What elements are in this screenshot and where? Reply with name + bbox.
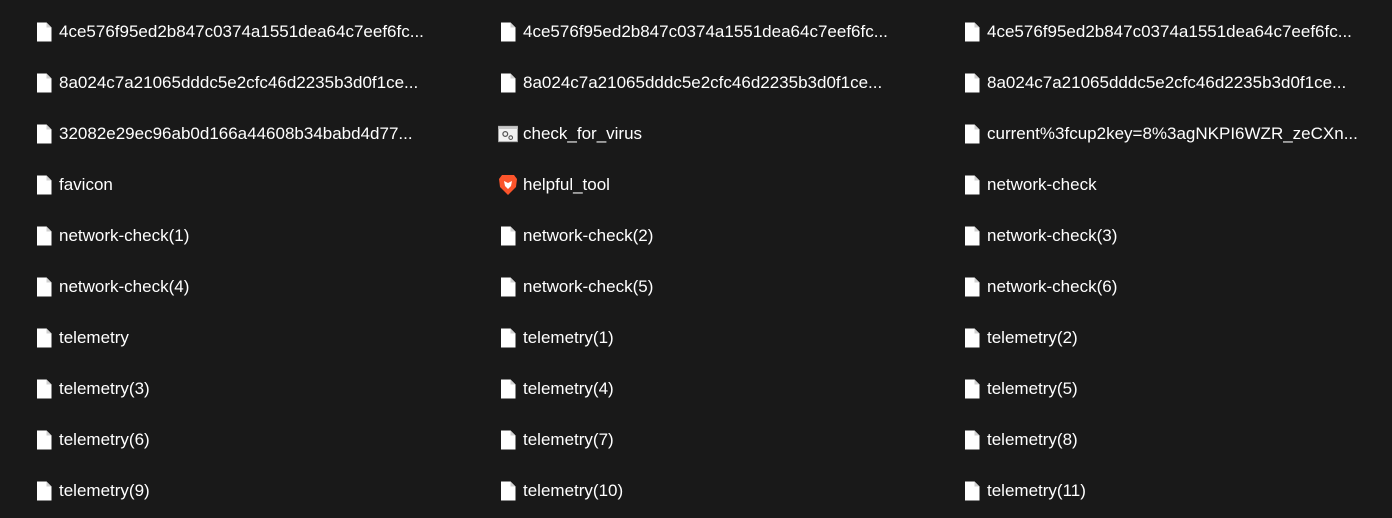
- file-name: network-check(6): [987, 276, 1118, 296]
- file-name: telemetry(3): [59, 378, 150, 398]
- blank-file-icon: [498, 276, 518, 298]
- blank-file-icon: [34, 276, 54, 298]
- file-item[interactable]: telemetry(6): [0, 414, 464, 465]
- file-item[interactable]: telemetry(9): [0, 465, 464, 516]
- file-name: telemetry(7): [523, 429, 614, 449]
- blank-file-icon: [498, 378, 518, 400]
- executable-gear-icon: [498, 123, 518, 145]
- file-item[interactable]: telemetry(10): [464, 465, 928, 516]
- blank-file-icon: [498, 72, 518, 94]
- file-item[interactable]: 4ce576f95ed2b847c0374a1551dea64c7eef6fc.…: [0, 6, 464, 57]
- blank-file-icon: [498, 225, 518, 247]
- blank-file-icon: [962, 72, 982, 94]
- file-name: telemetry: [59, 327, 129, 347]
- file-name: network-check(4): [59, 276, 190, 296]
- file-item[interactable]: telemetry(5): [928, 363, 1392, 414]
- file-item[interactable]: 8a024c7a21065dddc5e2cfc46d2235b3d0f1ce..…: [0, 57, 464, 108]
- file-name: network-check(3): [987, 225, 1118, 245]
- file-name: network-check(1): [59, 225, 190, 245]
- file-name: favicon: [59, 174, 113, 194]
- brave-lion-icon: [498, 174, 518, 196]
- file-item[interactable]: telemetry(11): [928, 465, 1392, 516]
- file-name: telemetry(8): [987, 429, 1078, 449]
- file-item[interactable]: telemetry: [0, 312, 464, 363]
- file-item[interactable]: 8a024c7a21065dddc5e2cfc46d2235b3d0f1ce..…: [928, 57, 1392, 108]
- blank-file-icon: [962, 123, 982, 145]
- blank-file-icon: [498, 429, 518, 451]
- file-item[interactable]: network-check: [928, 159, 1392, 210]
- file-name: 8a024c7a21065dddc5e2cfc46d2235b3d0f1ce..…: [987, 72, 1347, 92]
- file-name: telemetry(11): [987, 480, 1086, 500]
- blank-file-icon: [962, 21, 982, 43]
- file-item[interactable]: check_for_virus: [464, 108, 928, 159]
- file-item[interactable]: network-check(3): [928, 210, 1392, 261]
- file-name: 8a024c7a21065dddc5e2cfc46d2235b3d0f1ce..…: [523, 72, 883, 92]
- file-item[interactable]: 32082e29ec96ab0d166a44608b34babd4d77...: [0, 108, 464, 159]
- file-item[interactable]: telemetry(8): [928, 414, 1392, 465]
- blank-file-icon: [962, 276, 982, 298]
- file-item[interactable]: telemetry(2): [928, 312, 1392, 363]
- file-item[interactable]: network-check(6): [928, 261, 1392, 312]
- file-item[interactable]: telemetry(7): [464, 414, 928, 465]
- file-name: telemetry(9): [59, 480, 150, 500]
- blank-file-icon: [498, 21, 518, 43]
- blank-file-icon: [34, 327, 54, 349]
- file-item[interactable]: 4ce576f95ed2b847c0374a1551dea64c7eef6fc.…: [928, 6, 1392, 57]
- file-name: 32082e29ec96ab0d166a44608b34babd4d77...: [59, 123, 413, 143]
- file-name: network-check(2): [523, 225, 654, 245]
- blank-file-icon: [34, 123, 54, 145]
- blank-file-icon: [34, 174, 54, 196]
- file-item[interactable]: favicon: [0, 159, 464, 210]
- blank-file-icon: [34, 21, 54, 43]
- file-item[interactable]: helpful_tool: [464, 159, 928, 210]
- file-name: telemetry(10): [523, 480, 624, 500]
- blank-file-icon: [962, 225, 982, 247]
- file-grid: 4ce576f95ed2b847c0374a1551dea64c7eef6fc.…: [0, 6, 1392, 516]
- file-name: 4ce576f95ed2b847c0374a1551dea64c7eef6fc.…: [59, 21, 424, 41]
- file-item[interactable]: network-check(5): [464, 261, 928, 312]
- blank-file-icon: [34, 225, 54, 247]
- file-name: 4ce576f95ed2b847c0374a1551dea64c7eef6fc.…: [987, 21, 1352, 41]
- file-name: 8a024c7a21065dddc5e2cfc46d2235b3d0f1ce..…: [59, 72, 419, 92]
- file-name: telemetry(1): [523, 327, 614, 347]
- file-name: network-check(5): [523, 276, 654, 296]
- file-item[interactable]: network-check(1): [0, 210, 464, 261]
- blank-file-icon: [498, 480, 518, 502]
- blank-file-icon: [962, 174, 982, 196]
- blank-file-icon: [34, 378, 54, 400]
- file-item[interactable]: 4ce576f95ed2b847c0374a1551dea64c7eef6fc.…: [464, 6, 928, 57]
- file-item[interactable]: 8a024c7a21065dddc5e2cfc46d2235b3d0f1ce..…: [464, 57, 928, 108]
- blank-file-icon: [34, 429, 54, 451]
- file-item[interactable]: network-check(2): [464, 210, 928, 261]
- file-name: 4ce576f95ed2b847c0374a1551dea64c7eef6fc.…: [523, 21, 888, 41]
- blank-file-icon: [962, 327, 982, 349]
- file-name: telemetry(5): [987, 378, 1078, 398]
- blank-file-icon: [962, 480, 982, 502]
- blank-file-icon: [962, 429, 982, 451]
- blank-file-icon: [962, 378, 982, 400]
- file-name: check_for_virus: [523, 123, 643, 143]
- file-name: current%3fcup2key=8%3agNKPI6WZR_zeCXn...: [987, 123, 1358, 143]
- file-name: helpful_tool: [523, 174, 610, 194]
- file-item[interactable]: current%3fcup2key=8%3agNKPI6WZR_zeCXn...: [928, 108, 1392, 159]
- file-name: telemetry(6): [59, 429, 150, 449]
- file-item[interactable]: telemetry(3): [0, 363, 464, 414]
- file-name: network-check: [987, 174, 1097, 194]
- blank-file-icon: [34, 480, 54, 502]
- blank-file-icon: [498, 327, 518, 349]
- blank-file-icon: [34, 72, 54, 94]
- file-item[interactable]: network-check(4): [0, 261, 464, 312]
- file-name: telemetry(4): [523, 378, 614, 398]
- file-name: telemetry(2): [987, 327, 1078, 347]
- file-item[interactable]: telemetry(4): [464, 363, 928, 414]
- file-item[interactable]: telemetry(1): [464, 312, 928, 363]
